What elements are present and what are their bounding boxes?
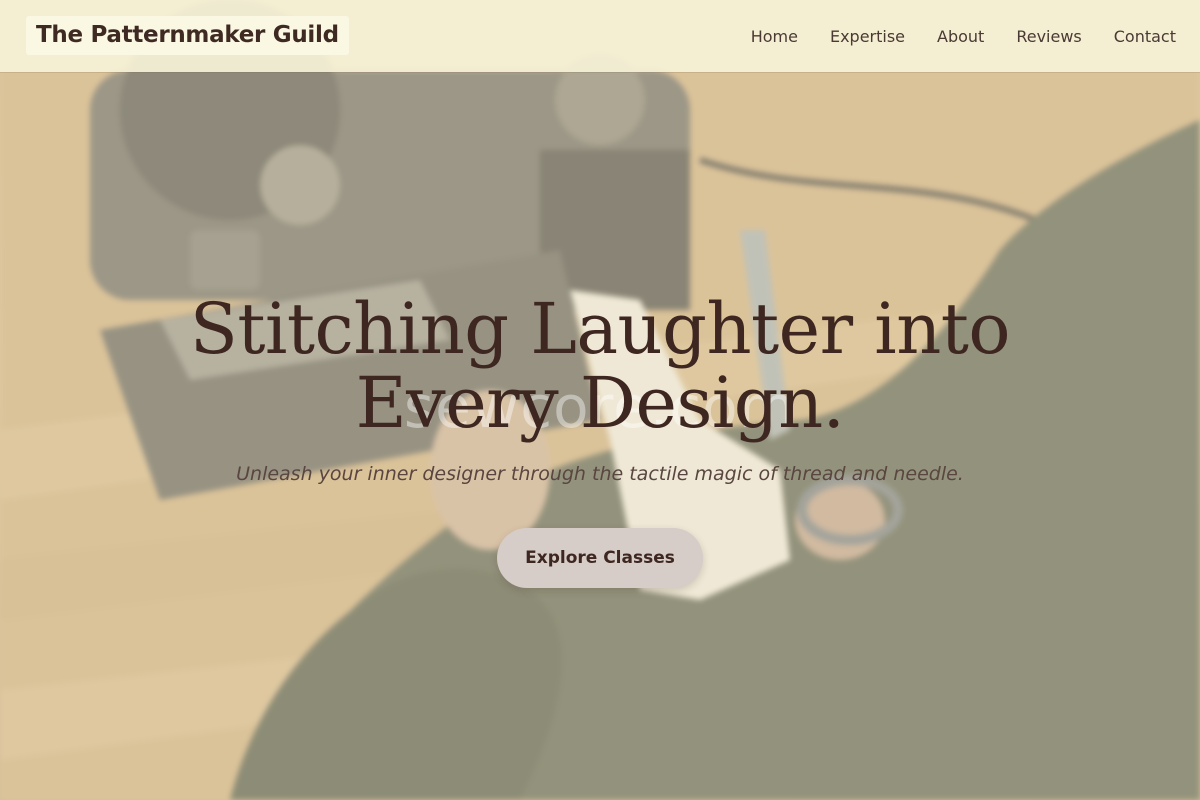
nav-link-home[interactable]: Home bbox=[751, 27, 798, 46]
hero-section: sewcore.com Stitching Laughter into Ever… bbox=[0, 0, 1200, 800]
main-nav: Home Expertise About Reviews Contact bbox=[719, 0, 1176, 72]
hero-title: Stitching Laughter into Every Design. bbox=[189, 288, 1011, 444]
site-logo[interactable]: The Patternmaker Guild bbox=[26, 16, 349, 55]
nav-link-contact[interactable]: Contact bbox=[1114, 27, 1176, 46]
explore-classes-button[interactable]: Explore Classes bbox=[497, 528, 703, 588]
hero-subtitle: Unleash your inner designer through the … bbox=[236, 463, 964, 485]
nav-link-about[interactable]: About bbox=[937, 27, 984, 46]
nav-link-expertise[interactable]: Expertise bbox=[830, 27, 905, 46]
site-header: The Patternmaker Guild Home Expertise Ab… bbox=[0, 0, 1200, 72]
nav-link-reviews[interactable]: Reviews bbox=[1016, 27, 1081, 46]
